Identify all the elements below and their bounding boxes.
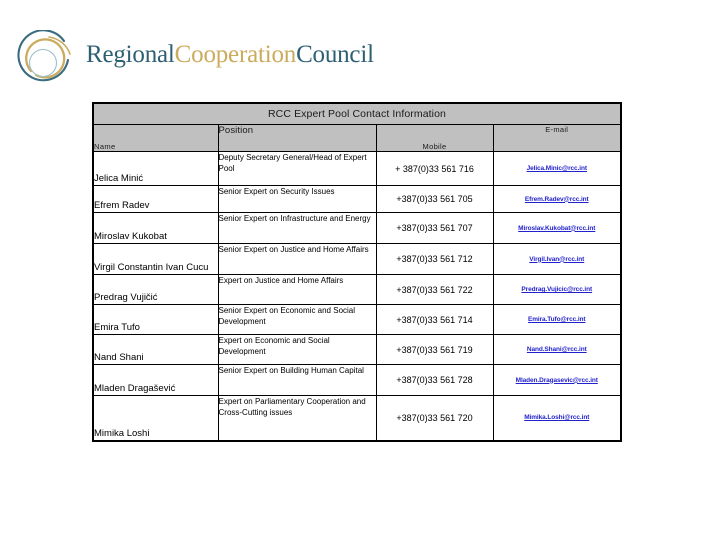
table-row: Virgil Constantin Ivan Cucu Senior Expert… xyxy=(92,243,622,275)
table-row: Efrem Radev Senior Expert on Security Iss… xyxy=(92,185,622,213)
email-link[interactable]: Efrem.Radev@rcc.int xyxy=(525,196,589,203)
column-header-name: Name xyxy=(92,124,219,152)
cell-mobile: +387(0)33 561 712 xyxy=(375,243,494,275)
cell-name: Mladen Dragašević xyxy=(92,364,219,396)
table-row: Mimika Loshi Expert on Parliamentary Coop… xyxy=(92,395,622,441)
email-link[interactable]: Predrag.Vujicic@rcc.int xyxy=(521,286,592,293)
cell-mobile: +387(0)33 561 720 xyxy=(375,395,494,441)
cell-position: Expert on Justice and Home Affairs xyxy=(217,274,377,305)
table-title-row: RCC Expert Pool Contact Information xyxy=(92,102,622,125)
cell-name: Predrag Vujičić xyxy=(92,274,219,305)
table-row: Miroslav Kukobat Senior Expert on Infrast… xyxy=(92,212,622,244)
cell-position: Senior Expert on Infrastructure and Ener… xyxy=(217,212,377,244)
cell-mobile: +387(0)33 561 719 xyxy=(375,334,494,365)
cell-position: Expert on Parliamentary Cooperation and … xyxy=(217,395,377,441)
column-header-email: E-mail xyxy=(492,124,622,152)
cell-name: Nand Shani xyxy=(92,334,219,365)
cell-email: Jelica.Minic@rcc.int xyxy=(492,151,622,186)
table-row: Jelica Minić Deputy Secretary General/Hea… xyxy=(92,151,622,186)
cell-position: Senior Expert on Justice and Home Affair… xyxy=(217,243,377,275)
cell-name: Efrem Radev xyxy=(92,185,219,213)
rcc-logo: RegionalCooperationCouncil xyxy=(14,28,374,90)
table-row: Predrag Vujičić Expert on Justice and Hom… xyxy=(92,274,622,305)
cell-email: Predrag.Vujicic@rcc.int xyxy=(492,274,622,305)
cell-position: Senior Expert on Security Issues xyxy=(217,185,377,213)
cell-name: Emira Tufo xyxy=(92,304,219,335)
cell-mobile: +387(0)33 561 705 xyxy=(375,185,494,213)
email-link[interactable]: Virgil.Ivan@rcc.int xyxy=(529,256,584,263)
wordmark-council: Council xyxy=(296,41,374,68)
column-header-mobile: Mobile xyxy=(375,124,494,152)
cell-email: Nand.Shani@rcc.int xyxy=(492,334,622,365)
cell-mobile: +387(0)33 561 722 xyxy=(375,274,494,305)
cell-email: Mladen.Dragasevic@rcc.int xyxy=(492,364,622,396)
email-link[interactable]: Mladen.Dragasevic@rcc.int xyxy=(516,377,598,384)
email-link[interactable]: Mimika.Loshi@rcc.int xyxy=(524,414,589,421)
cell-email: Mimika.Loshi@rcc.int xyxy=(492,395,622,441)
cell-mobile: +387(0)33 561 728 xyxy=(375,364,494,396)
cell-position: Deputy Secretary General/Head of Expert … xyxy=(217,151,377,186)
cell-email: Efrem.Radev@rcc.int xyxy=(492,185,622,213)
rcc-wordmark: RegionalCooperationCouncil xyxy=(86,40,374,70)
table-title: RCC Expert Pool Contact Information xyxy=(92,102,622,125)
cell-position: Senior Expert on Building Human Capital xyxy=(217,364,377,396)
wordmark-regional: Regional xyxy=(86,41,175,68)
cell-name: Jelica Minić xyxy=(92,151,219,186)
rcc-circles-logo xyxy=(14,29,76,90)
cell-mobile: +387(0)33 561 714 xyxy=(375,304,494,335)
wordmark-cooperation: Cooperation xyxy=(174,41,297,68)
cell-name: Mimika Loshi xyxy=(92,395,219,441)
cell-position: Expert on Economic and Social Developmen… xyxy=(217,334,377,365)
cell-position: Senior Expert on Economic and Social Dev… xyxy=(217,304,377,335)
cell-mobile: +387(0)33 561 707 xyxy=(375,212,494,244)
email-link[interactable]: Miroslav.Kukobat@rcc.int xyxy=(518,225,595,232)
cell-email: Miroslav.Kukobat@rcc.int xyxy=(492,212,622,244)
email-link[interactable]: Jelica.Minic@rcc.int xyxy=(527,165,587,172)
cell-email: Virgil.Ivan@rcc.int xyxy=(492,243,622,275)
contact-information-table: RCC Expert Pool Contact Information Name… xyxy=(92,102,622,442)
table-body: Jelica Minić Deputy Secretary General/Hea… xyxy=(92,151,622,441)
table-row: Nand Shani Expert on Economic and Social … xyxy=(92,334,622,365)
table-header-row: Name Position Mobile E-mail xyxy=(92,124,622,152)
table-row: Mladen Dragašević Senior Expert on Buildi… xyxy=(92,364,622,396)
email-link[interactable]: Nand.Shani@rcc.int xyxy=(527,346,587,353)
cell-email: Emira.Tufo@rcc.int xyxy=(492,304,622,335)
cell-mobile: + 387(0)33 561 716 xyxy=(375,151,494,186)
column-header-position: Position xyxy=(217,124,377,152)
table-row: Emira Tufo Senior Expert on Economic and … xyxy=(92,304,622,335)
email-link[interactable]: Emira.Tufo@rcc.int xyxy=(528,316,586,323)
cell-name: Miroslav Kukobat xyxy=(92,212,219,244)
cell-name: Virgil Constantin Ivan Cucu xyxy=(92,243,219,275)
